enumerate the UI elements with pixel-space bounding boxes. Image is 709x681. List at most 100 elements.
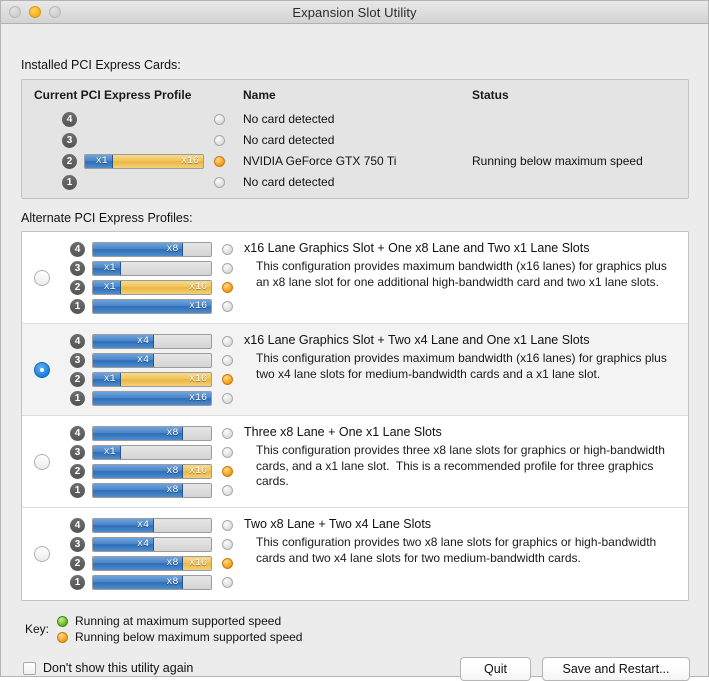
profile-slot-diagram: 4x83x12x1x161x16 <box>70 240 252 316</box>
profile-radio-button[interactable] <box>34 454 50 470</box>
slot-number-badge: 4 <box>70 518 85 533</box>
lane-bar: x16 <box>92 391 212 406</box>
speed-indicator-gray-icon <box>222 520 233 531</box>
window-title: Expansion Slot Utility <box>1 5 708 20</box>
zoom-button-icon[interactable] <box>49 6 61 18</box>
speed-indicator-gray-icon <box>222 301 233 312</box>
slot-number-badge: 2 <box>70 464 85 479</box>
lane-segment-x8: x8 <box>93 465 183 478</box>
card-name: No card detected <box>243 112 334 127</box>
lane-segment-empty <box>154 354 211 367</box>
expansion-slot-utility-window: Expansion Slot Utility Installed PCI Exp… <box>0 0 709 677</box>
slot-number-badge: 2 <box>70 556 85 571</box>
slot-number-badge: 4 <box>62 112 77 127</box>
lane-bar: x8 <box>92 483 212 498</box>
profile-slot-diagram: 4x43x42x8x161x8 <box>70 516 252 592</box>
speed-indicator-gray-icon <box>222 428 233 439</box>
slot-number-badge: 4 <box>70 426 85 441</box>
window-titlebar: Expansion Slot Utility <box>1 1 708 24</box>
lane-segment-empty <box>154 335 211 348</box>
slot-number-badge: 2 <box>62 154 77 169</box>
card-name: NVIDIA GeForce GTX 750 Ti <box>243 154 396 169</box>
installed-card-row: 3 No card detected <box>22 130 688 151</box>
speed-indicator-gray-icon <box>214 177 225 188</box>
speed-indicator-gray-icon <box>214 135 225 146</box>
profile-slot-line: 3x4 <box>70 535 252 554</box>
speed-indicator-gray-icon <box>222 393 233 404</box>
quit-button[interactable]: Quit <box>460 657 531 681</box>
profile-slot-line: 2x1x16 <box>70 370 252 389</box>
lane-segment-x16: x16 <box>183 465 211 478</box>
speed-indicator-gray-icon <box>222 263 233 274</box>
profile-description: This configuration provides maximum band… <box>256 351 676 382</box>
lane-bar: x4 <box>92 518 212 533</box>
lane-segment-x1: x1 <box>93 446 121 459</box>
profile-slot-line: 2x8x16 <box>70 554 252 573</box>
lane-segment-empty <box>121 262 211 275</box>
slot-number-badge: 4 <box>70 334 85 349</box>
slot-number-badge: 2 <box>70 280 85 295</box>
key-entries: Running at maximum supported speedRunnin… <box>57 614 302 644</box>
profile-description: This configuration provides maximum band… <box>256 259 676 290</box>
profile-radio-button[interactable] <box>34 546 50 562</box>
alternate-profiles-list: 4x83x12x1x161x16x16 Lane Graphics Slot +… <box>21 231 689 601</box>
installed-cards-panel: Current PCI Express Profile Name Status … <box>21 79 689 199</box>
minimize-button-icon[interactable] <box>29 6 41 18</box>
key-entry: Running below maximum supported speed <box>57 630 302 644</box>
speed-indicator-gray-icon <box>222 485 233 496</box>
key-entry-label: Running below maximum supported speed <box>75 630 302 644</box>
lane-bar: x8 <box>92 575 212 590</box>
profile-radio-button[interactable] <box>34 270 50 286</box>
profile-description: This configuration provides two x8 lane … <box>256 535 676 566</box>
slot-number-badge: 3 <box>70 261 85 276</box>
key-label: Key: <box>25 622 49 636</box>
column-header-status: Status <box>472 88 509 102</box>
lane-segment-x8: x8 <box>93 243 183 256</box>
lane-segment-empty <box>183 427 211 440</box>
installed-card-row: 4 No card detected <box>22 109 688 130</box>
lane-segment-x8: x8 <box>93 484 183 497</box>
speed-indicator-orange-icon <box>222 558 233 569</box>
lane-segment-empty <box>183 576 211 589</box>
alternate-profile-row[interactable]: 4x43x42x1x161x16x16 Lane Graphics Slot +… <box>22 324 688 416</box>
alternate-profile-row[interactable]: 4x83x12x8x161x8Three x8 Lane + One x1 La… <box>22 416 688 508</box>
lane-segment-x1: x1 <box>93 281 121 294</box>
dont-show-again-checkbox[interactable] <box>23 662 36 675</box>
lane-segment-empty <box>183 484 211 497</box>
save-and-restart-button[interactable]: Save and Restart... <box>542 657 690 681</box>
profile-text-block: x16 Lane Graphics Slot + Two x4 Lane and… <box>244 333 676 382</box>
lane-segment-x4: x4 <box>93 538 154 551</box>
key-legend: Key: Running at maximum supported speedR… <box>25 614 302 644</box>
slot-number-badge: 3 <box>70 353 85 368</box>
lane-segment-x16: x16 <box>183 557 211 570</box>
profile-radio-button[interactable] <box>34 362 50 378</box>
speed-indicator-orange-icon <box>214 156 225 167</box>
dont-show-again-checkbox-row[interactable]: Don't show this utility again <box>23 661 193 675</box>
close-button-icon[interactable] <box>9 6 21 18</box>
speed-indicator-gray-icon <box>222 355 233 366</box>
footer-separator <box>1 652 708 653</box>
lane-bar: x1 <box>92 445 212 460</box>
lane-segment-empty <box>154 519 211 532</box>
lane-segment-x16: x16 <box>121 373 211 386</box>
installed-rows: 4 No card detected 3 No card detected 2 x1x16… <box>22 109 688 193</box>
column-header-name: Name <box>243 88 276 102</box>
lane-segment-empty <box>154 538 211 551</box>
alternate-profile-row[interactable]: 4x43x42x8x161x8Two x8 Lane + Two x4 Lane… <box>22 508 688 600</box>
profile-slot-diagram: 4x43x42x1x161x16 <box>70 332 252 408</box>
lane-segment-x16: x16 <box>121 281 211 294</box>
alternate-profile-row[interactable]: 4x83x12x1x161x16x16 Lane Graphics Slot +… <box>22 232 688 324</box>
card-name: No card detected <box>243 133 334 148</box>
speed-indicator-orange-icon <box>222 282 233 293</box>
profile-text-block: x16 Lane Graphics Slot + One x8 Lane and… <box>244 241 676 290</box>
lane-segment-x1: x1 <box>85 155 113 168</box>
lane-bar: x8 <box>92 426 212 441</box>
key-indicator-green-icon <box>57 616 68 627</box>
profile-slot-line: 2 x1x16 <box>70 278 252 297</box>
profile-slot-line: 2 x8x16 <box>70 462 252 481</box>
profile-slot-line: 1x16 <box>70 389 252 408</box>
slot-number-badge: 3 <box>62 133 77 148</box>
profile-slot-line: 3x1 <box>70 259 252 278</box>
profile-slot-line: 3x1 <box>70 443 252 462</box>
lane-segment-x16: x16 <box>113 155 203 168</box>
